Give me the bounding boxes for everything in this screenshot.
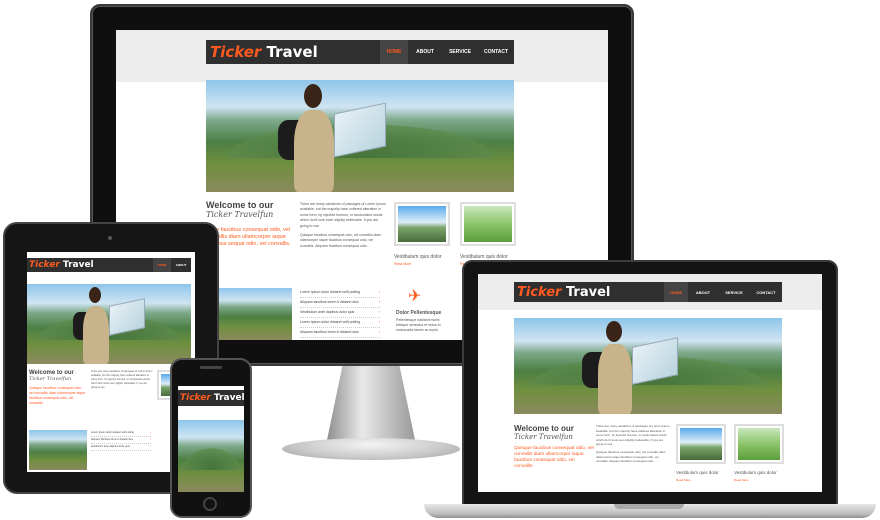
tablet-welcome-orange: Quisque faucibus consequat odio, vel con… xyxy=(29,386,86,405)
link-list: Lorem Ipsum dolor distarel velit potting… xyxy=(300,288,380,338)
laptop-thumb-2-caption: Vestibulum quis dolor xyxy=(734,470,777,475)
welcome-block: Welcome to our Ticker Travelfun isque fa… xyxy=(206,200,294,248)
laptop-menu: HOME ABOUT SERVICE CONTACT xyxy=(664,282,782,302)
intro-paragraph: There are many variations of passages of… xyxy=(300,202,386,248)
laptop-welcome-subtitle: Ticker Travelfun xyxy=(514,433,573,441)
laptop-logo[interactable]: Ticker Travel xyxy=(517,285,610,300)
feature-text: Pellentesque habitant morbi tristique se… xyxy=(396,318,441,332)
welcome-subtitle: Ticker Travelfun xyxy=(206,210,274,219)
laptop-menu-home[interactable]: HOME xyxy=(664,282,688,302)
feature-title: Dolor Pellentesque xyxy=(396,310,442,316)
laptop-menu-about[interactable]: ABOUT xyxy=(688,282,718,302)
phone-logo[interactable]: Ticker Travel xyxy=(180,393,244,403)
tablet-hero xyxy=(27,284,191,364)
site-header: Ticker Travel HOME ABOUT SERVICE CONTACT xyxy=(206,40,514,64)
menu-home[interactable]: HOME xyxy=(380,40,408,64)
tablet-header: Ticker Travel HOME ABOUT xyxy=(27,258,191,272)
monitor-base xyxy=(282,438,460,460)
list-item[interactable]: Aliquam faucibus lorem it distarel duis › xyxy=(91,437,151,444)
tablet-camera xyxy=(108,236,112,240)
list-item[interactable]: Lorem Ipsum dolor distarel velit potting… xyxy=(91,430,151,437)
phone-device: Ticker Travel xyxy=(170,358,252,518)
laptop-device: Ticker Travel HOME ABOUT SERVICE CONTACT… xyxy=(462,260,838,506)
phone-header: Ticker Travel xyxy=(178,390,244,406)
list-item[interactable]: Aliquam faucibus lorem it distarel duis › xyxy=(300,298,380,308)
plane-icon: ✈ xyxy=(408,288,422,305)
hiker-figure xyxy=(266,80,406,192)
laptop-welcome-title: Welcome to our xyxy=(514,424,574,433)
laptop-thumb-2[interactable] xyxy=(734,424,784,464)
tablet-logo[interactable]: Ticker Travel xyxy=(29,260,94,270)
laptop-welcome: Welcome to our Ticker Travelfun Quisque … xyxy=(514,424,594,470)
laptop-welcome-orange: Quisque faucibus consequat odio, vel con… xyxy=(514,446,594,469)
hiker-figure xyxy=(67,284,157,364)
tablet-intro-paragraph: There are many variations of passages of… xyxy=(91,370,153,389)
thumb-2[interactable] xyxy=(460,202,516,246)
laptop-hero xyxy=(514,318,782,414)
laptop-thumb-1[interactable] xyxy=(676,424,726,464)
tablet-second-image xyxy=(29,430,87,470)
menu-about[interactable]: ABOUT xyxy=(408,40,442,64)
laptop-site-screen: Ticker Travel HOME ABOUT SERVICE CONTACT… xyxy=(478,274,822,492)
tablet-menu-home[interactable]: HOME xyxy=(153,258,171,272)
menu-service[interactable]: SERVICE xyxy=(442,40,478,64)
menu-contact[interactable]: CONTACT xyxy=(478,40,514,64)
list-item[interactable]: Aliquam faucibus lorem it distarel duis › xyxy=(300,328,380,338)
welcome-title: Welcome to our xyxy=(206,200,274,210)
laptop-menu-contact[interactable]: CONTACT xyxy=(750,282,782,302)
laptop-read-more-1[interactable]: Read More xyxy=(676,478,691,482)
list-item[interactable]: Vestibulum ante dapibus dolor quis › xyxy=(91,444,151,451)
phone-speaker xyxy=(200,366,222,369)
list-item[interactable]: Vestibulum ante dapibus dolor quis › xyxy=(300,308,380,318)
laptop-read-more-2[interactable]: Read More xyxy=(734,478,749,482)
laptop-menu-service[interactable]: SERVICE xyxy=(718,282,750,302)
tablet-welcome: Welcome to our Ticker Travelfun Quisque … xyxy=(29,370,87,406)
tablet-menu: HOME ABOUT xyxy=(153,258,191,272)
laptop-notch xyxy=(614,504,684,509)
tablet-welcome-subtitle: Ticker Travelfun xyxy=(29,376,72,382)
list-item[interactable]: Lorem Ipsum dolor distarel velit potting… xyxy=(300,318,380,328)
list-item[interactable]: Lorem Ipsum dolor distarel velit potting… xyxy=(300,288,380,298)
second-image xyxy=(216,288,292,340)
site-menu: HOME ABOUT SERVICE CONTACT xyxy=(380,40,514,64)
laptop-thumb-1-caption: Vestibulum quis dolor xyxy=(676,470,719,475)
phone-home-button[interactable] xyxy=(203,497,217,511)
tablet-menu-about[interactable]: ABOUT xyxy=(171,258,191,272)
phone-site-screen: Ticker Travel xyxy=(178,386,244,492)
thumb-1-caption: Vestibulum quis dolor xyxy=(394,254,442,260)
laptop-header: Ticker Travel HOME ABOUT SERVICE CONTACT xyxy=(514,282,782,302)
thumb-1[interactable] xyxy=(394,202,450,246)
laptop-intro-paragraph: There are many variations of passages of… xyxy=(596,424,670,464)
hiker-figure xyxy=(574,318,694,414)
read-more-link-1[interactable]: Read More xyxy=(394,262,411,266)
site-logo[interactable]: Ticker Travel xyxy=(210,43,318,61)
tablet-link-list: Lorem Ipsum dolor distarel velit potting… xyxy=(91,430,151,451)
welcome-orange-text: isque faucibus consequat odio, vel conva… xyxy=(206,227,291,247)
phone-hero xyxy=(178,420,244,492)
hero-image xyxy=(206,80,514,192)
monitor-stand xyxy=(327,364,415,440)
